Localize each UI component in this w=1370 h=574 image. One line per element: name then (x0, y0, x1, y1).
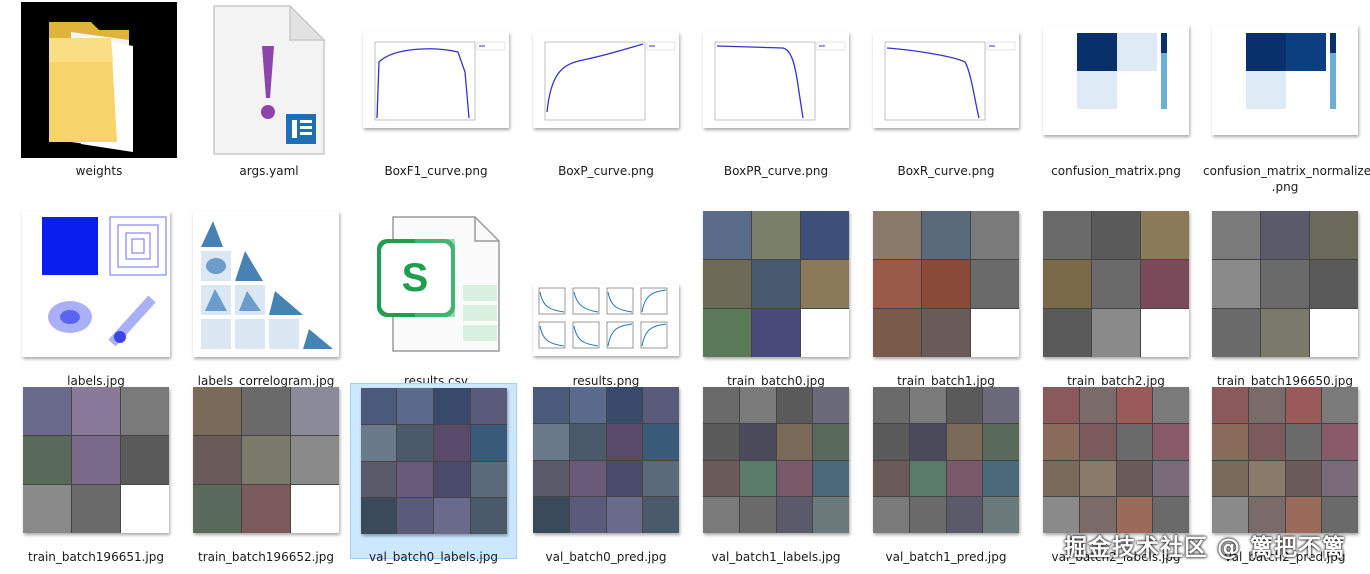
labels-thumbnail (22, 211, 170, 357)
image-thumbnail (533, 387, 679, 533)
image-thumbnail (360, 388, 507, 534)
image-thumbnail (1043, 211, 1189, 357)
file-name: BoxPR_curve.png (723, 164, 829, 178)
image-thumbnail (703, 387, 849, 533)
correlogram-thumbnail (193, 211, 339, 357)
results-thumbnail (533, 284, 679, 356)
file-name: confusion_matrix_normalized .png (1203, 164, 1370, 194)
image-thumbnail (23, 387, 169, 533)
file-name: confusion_matrix.png (1051, 164, 1181, 178)
image-thumbnail (1043, 387, 1189, 533)
file-name: BoxF1_curve.png (384, 164, 488, 178)
image-thumbnail (873, 211, 1019, 357)
file-name: args.yaml (239, 164, 299, 178)
matrix-thumbnail (1212, 25, 1358, 135)
image-thumbnail (1212, 211, 1358, 357)
curve-thumbnail (533, 32, 679, 128)
image-thumbnail (1212, 387, 1358, 533)
file-name: BoxR_curve.png (897, 164, 995, 178)
yaml-file-icon (185, 0, 353, 160)
file-val-batch0-labels[interactable]: val_batch0_labels.jpg (350, 383, 517, 564)
curve-thumbnail (873, 32, 1019, 128)
curve-thumbnail (363, 32, 509, 128)
file-name: BoxP_curve.png (558, 164, 654, 178)
image-thumbnail (873, 387, 1019, 533)
svg-text:S: S (402, 256, 429, 300)
file-name: train_batch196652.jpg (197, 550, 334, 564)
file-name: weights (75, 164, 123, 178)
matrix-thumbnail (1043, 25, 1189, 135)
folder-icon (15, 0, 183, 160)
curve-thumbnail (703, 32, 849, 128)
file-name: val_batch1_labels.jpg (711, 550, 841, 564)
watermark-text: 掘金技术社区 @ 篱把不篱 (1064, 535, 1347, 561)
spreadsheet-file-icon: S (352, 210, 520, 358)
file-name: train_batch196651.jpg (27, 550, 164, 564)
image-thumbnail (193, 387, 339, 533)
file-name: val_batch0_labels.jpg (369, 550, 498, 564)
image-thumbnail (703, 211, 849, 357)
file-name: val_batch0_pred.jpg (545, 550, 667, 564)
file-name: val_batch1_pred.jpg (885, 550, 1007, 564)
